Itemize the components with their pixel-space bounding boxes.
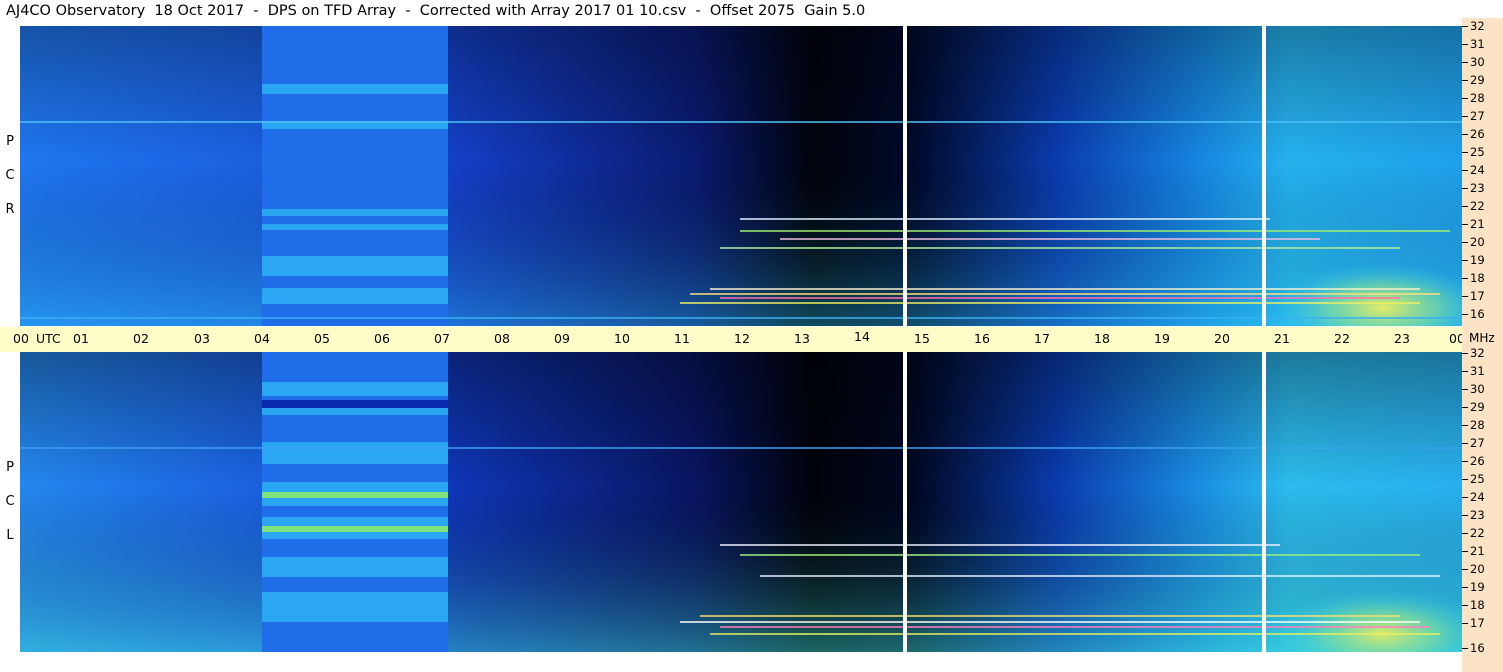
freq-tick: 28 [1462,418,1485,432]
time-tick: 09 [554,331,570,346]
freq-tick: 16 [1462,307,1485,321]
time-tick: 03 [194,331,210,346]
freq-tick: 17 [1462,616,1485,630]
time-tick: 13 [794,331,810,346]
time-tick: 12 [734,331,750,346]
time-tick: 06 [374,331,390,346]
freq-tick: 17 [1462,289,1485,303]
time-tick: 16 [974,331,990,346]
lcp-letter-l: L [6,528,14,543]
freq-tick: 16 [1462,641,1485,655]
time-tick: 08 [494,331,510,346]
freq-tick: 22 [1462,526,1485,540]
freq-tick: 31 [1462,37,1485,51]
rcp-letter-p: P [6,134,14,149]
time-tick: 07 [434,331,450,346]
freq-tick: 32 [1462,19,1485,33]
rcp-letter-c: C [5,168,15,183]
lcp-letter-c: C [5,494,15,509]
time-tick: 05 [314,331,330,346]
time-tick: 22 [1334,331,1350,346]
time-axis: 00 UTC 01 02 03 04 05 06 07 08 09 10 11 … [0,327,1465,352]
time-tick: 19 [1154,331,1170,346]
page-title: AJ4CO Observatory 18 Oct 2017 - DPS on T… [6,3,866,19]
freq-tick: 29 [1462,400,1485,414]
freq-tick: 31 [1462,364,1485,378]
time-tick: 10 [614,331,630,346]
freq-tick: 24 [1462,490,1485,504]
freq-tick: 19 [1462,253,1485,267]
freq-tick: 23 [1462,508,1485,522]
time-tick: 01 [73,331,89,346]
freq-tick: 18 [1462,598,1485,612]
time-tick: 21 [1274,331,1290,346]
freq-tick: 32 [1462,346,1485,360]
time-tick: 20 [1214,331,1230,346]
freq-tick: 30 [1462,55,1485,69]
lcp-label: L C P [0,352,20,652]
freq-tick: 25 [1462,145,1485,159]
freq-tick: 29 [1462,73,1485,87]
time-tick: 11 [674,331,690,346]
time-tick: 14 [854,329,870,344]
rcp-letter-r: R [5,202,15,217]
rcp-frequency-axis: 32 31 30 29 28 27 26 25 24 23 22 21 20 1… [1462,18,1503,327]
freq-tick: 26 [1462,127,1485,141]
freq-tick: 21 [1462,217,1485,231]
freq-tick: 24 [1462,163,1485,177]
lcp-spectrogram [20,352,1462,652]
freq-tick: 22 [1462,199,1485,213]
time-tick: 15 [914,331,930,346]
freq-tick: 25 [1462,472,1485,486]
freq-tick: 20 [1462,562,1485,576]
time-axis-unit: UTC [36,331,61,346]
freq-tick: 30 [1462,382,1485,396]
freq-tick: 19 [1462,580,1485,594]
rcp-label: R C P [0,26,20,326]
time-tick: 00 [13,331,29,346]
time-tick: 17 [1034,331,1050,346]
freq-tick: 21 [1462,544,1485,558]
time-tick: 02 [133,331,149,346]
lcp-letter-p: P [6,460,14,475]
rcp-spectrogram [20,26,1462,326]
freq-tick: 27 [1462,109,1485,123]
freq-tick: 27 [1462,436,1485,450]
lcp-frequency-axis: 32 31 30 29 28 27 26 25 24 23 22 21 20 1… [1462,346,1503,672]
frequency-unit: MHz [1469,331,1495,345]
time-tick: 23 [1394,331,1410,346]
freq-tick: 18 [1462,271,1485,285]
freq-tick: 26 [1462,454,1485,468]
time-tick: 18 [1094,331,1110,346]
freq-tick: 28 [1462,91,1485,105]
freq-tick: 20 [1462,235,1485,249]
freq-tick: 23 [1462,181,1485,195]
time-tick: 04 [254,331,270,346]
